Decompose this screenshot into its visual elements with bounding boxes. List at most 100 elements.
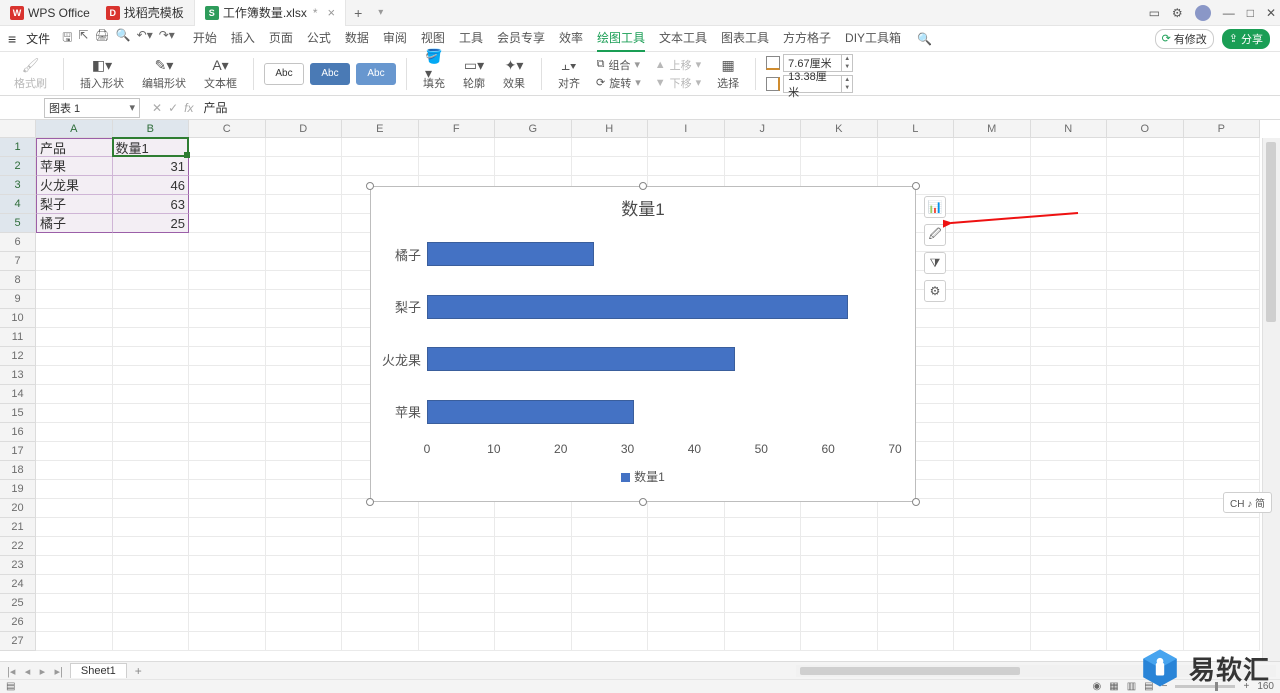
- row-header[interactable]: 7: [0, 252, 36, 271]
- send-backward-button[interactable]: ▼下移▾: [651, 75, 705, 91]
- chart-legend[interactable]: 数量1: [371, 464, 915, 493]
- sheet-add-button[interactable]: +: [131, 664, 146, 678]
- chart-style-button[interactable]: 🖉: [924, 224, 946, 246]
- column-header[interactable]: A: [36, 120, 113, 138]
- row-header[interactable]: 25: [0, 594, 36, 613]
- row-header[interactable]: 21: [0, 518, 36, 537]
- row-header[interactable]: 5: [0, 214, 36, 233]
- group-button[interactable]: ⧉组合▾: [592, 57, 645, 73]
- column-header[interactable]: G: [495, 120, 572, 138]
- column-header[interactable]: C: [189, 120, 266, 138]
- file-menu[interactable]: 文件: [22, 30, 54, 47]
- bring-forward-button[interactable]: ▲上移▾: [651, 57, 705, 73]
- width-input[interactable]: 13.38厘米▲▼: [783, 75, 853, 93]
- chart-elements-button[interactable]: 📊: [924, 196, 946, 218]
- chart-object[interactable]: 数量1 橘子梨子火龙果苹果 010203040506070 数量1: [370, 186, 916, 502]
- shape-style-thumb[interactable]: Abc: [310, 63, 350, 85]
- sheet-prev-icon[interactable]: ◂: [22, 666, 34, 678]
- format-painter-button[interactable]: 🖌 格式刷: [8, 54, 53, 93]
- column-header[interactable]: H: [572, 120, 649, 138]
- view-eye-icon[interactable]: ◉: [1093, 681, 1102, 692]
- horizontal-scrollbar[interactable]: [796, 665, 1276, 677]
- ribbon-tab[interactable]: 方方格子: [783, 25, 831, 52]
- row-header[interactable]: 26: [0, 613, 36, 632]
- row-header[interactable]: 6: [0, 233, 36, 252]
- row-header[interactable]: 3: [0, 176, 36, 195]
- row-header[interactable]: 9: [0, 290, 36, 309]
- column-header[interactable]: K: [801, 120, 878, 138]
- ribbon-tab[interactable]: 效率: [559, 25, 583, 52]
- qa-redo-icon[interactable]: ↷▾: [159, 28, 175, 49]
- column-header[interactable]: E: [342, 120, 419, 138]
- table-cell[interactable]: 橘子: [36, 214, 113, 233]
- row-header[interactable]: 12: [0, 347, 36, 366]
- zoom-slider[interactable]: [1175, 685, 1235, 688]
- table-cell[interactable]: 63: [113, 195, 190, 214]
- shape-style-thumb[interactable]: Abc: [356, 63, 396, 85]
- ribbon-tab[interactable]: 公式: [307, 25, 331, 52]
- fx-icon[interactable]: fx: [184, 101, 193, 115]
- view-normal-icon[interactable]: ▦: [1109, 681, 1118, 692]
- column-header[interactable]: O: [1107, 120, 1184, 138]
- row-header[interactable]: 15: [0, 404, 36, 423]
- row-header[interactable]: 22: [0, 537, 36, 556]
- scrollbar-thumb[interactable]: [800, 667, 1020, 675]
- shape-style-thumb[interactable]: Abc: [264, 63, 304, 85]
- share-button[interactable]: ⇪分享: [1222, 29, 1270, 49]
- chart-filter-button[interactable]: ⧩: [924, 252, 946, 274]
- sheet-tab[interactable]: Sheet1: [70, 663, 127, 678]
- selection-pane-button[interactable]: ▦选择: [711, 54, 745, 93]
- table-cell[interactable]: 31: [113, 157, 190, 176]
- rotate-button[interactable]: ⟳旋转▾: [592, 75, 645, 91]
- row-header[interactable]: 14: [0, 385, 36, 404]
- ribbon-tab[interactable]: 图表工具: [721, 25, 769, 52]
- row-header[interactable]: 19: [0, 480, 36, 499]
- modified-indicator[interactable]: ⟳有修改: [1155, 29, 1214, 49]
- text-box-button[interactable]: A▾ 文本框: [198, 54, 243, 93]
- formula-input[interactable]: 产品: [197, 99, 1280, 116]
- ribbon-tab[interactable]: 会员专享: [497, 25, 545, 52]
- column-header[interactable]: P: [1184, 120, 1261, 138]
- row-header[interactable]: 8: [0, 271, 36, 290]
- ribbon-tab[interactable]: 开始: [193, 25, 217, 52]
- window-close-icon[interactable]: ✕: [1266, 6, 1276, 20]
- chart-settings-button[interactable]: ⚙: [924, 280, 946, 302]
- qa-save-icon[interactable]: 🖫: [62, 28, 72, 49]
- tab-list-button[interactable]: ▾: [370, 7, 391, 18]
- resize-handle[interactable]: [639, 498, 647, 506]
- zoom-value[interactable]: 160: [1257, 681, 1274, 692]
- table-cell[interactable]: 梨子: [36, 195, 113, 214]
- row-header[interactable]: 27: [0, 632, 36, 651]
- row-header[interactable]: 13: [0, 366, 36, 385]
- table-header-cell[interactable]: 数量1: [113, 138, 190, 157]
- resize-handle[interactable]: [366, 182, 374, 190]
- burger-menu-icon[interactable]: ≡: [4, 31, 20, 47]
- tab-workbook[interactable]: S 工作簿数量.xlsx * ×: [195, 0, 346, 26]
- table-cell[interactable]: 25: [113, 214, 190, 233]
- chart-bar[interactable]: [427, 242, 594, 266]
- confirm-icon[interactable]: ✓: [168, 101, 178, 115]
- window-minimize-icon[interactable]: —: [1223, 6, 1235, 20]
- table-cell[interactable]: 火龙果: [36, 176, 113, 195]
- view-pagebreak-icon[interactable]: ▤: [1144, 681, 1153, 692]
- zoom-out-icon[interactable]: −: [1162, 681, 1168, 692]
- spin-up-icon[interactable]: ▲: [842, 76, 852, 84]
- ime-indicator[interactable]: CH ♪ 简: [1223, 492, 1272, 513]
- column-header[interactable]: M: [954, 120, 1031, 138]
- qa-export-icon[interactable]: ⇱: [78, 28, 88, 49]
- ribbon-tab[interactable]: 工具: [459, 25, 483, 52]
- tab-close-icon[interactable]: ×: [328, 5, 336, 20]
- search-icon[interactable]: 🔍: [917, 32, 932, 46]
- sheet-last-icon[interactable]: ▸|: [51, 666, 65, 678]
- window-settings-icon[interactable]: ⚙: [1172, 6, 1183, 20]
- window-maximize-icon[interactable]: □: [1247, 6, 1254, 20]
- qa-preview-icon[interactable]: 🔍: [116, 28, 131, 49]
- sheet-first-icon[interactable]: |◂: [4, 666, 18, 678]
- ribbon-tab[interactable]: 数据: [345, 25, 369, 52]
- row-header[interactable]: 20: [0, 499, 36, 518]
- name-box[interactable]: 图表 1 ▾: [44, 98, 140, 118]
- view-pagelayout-icon[interactable]: ▥: [1127, 681, 1136, 692]
- row-header[interactable]: 4: [0, 195, 36, 214]
- column-header[interactable]: L: [878, 120, 955, 138]
- effects-button[interactable]: ✦▾效果: [497, 54, 531, 93]
